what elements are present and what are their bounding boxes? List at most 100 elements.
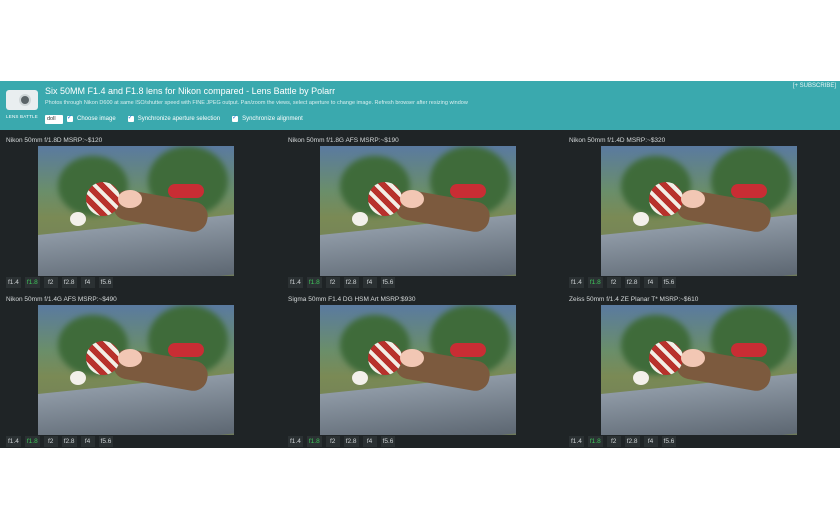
lens-panel-title: Nikon 50mm f/1.4G AFS MSRP:~$490 [6,296,117,303]
aperture-button[interactable]: f1.4 [569,277,584,288]
aperture-button[interactable]: f5.6 [98,436,114,447]
aperture-button[interactable]: f4 [80,277,95,288]
aperture-button[interactable]: f4 [643,277,658,288]
lens-panel: Nikon 50mm f/1.8D MSRP:~$120 f1.4 f1.8 f2 f2… [0,132,275,288]
lens-panel: Sigma 50mm F1.4 DG HSM Art MSRP:$930 f1.4… [282,291,557,447]
doll-face [400,190,424,208]
aperture-button[interactable]: f1.8 [24,277,40,288]
aperture-button[interactable]: f4 [80,436,95,447]
doll-face [118,190,142,208]
aperture-button[interactable]: f1.4 [569,436,584,447]
aperture-button[interactable]: f2.8 [343,436,359,447]
doll-face [118,349,142,367]
aperture-button[interactable]: f2.8 [61,277,77,288]
aperture-button[interactable]: f1.8 [587,436,603,447]
doll-sock [731,343,767,357]
lens-panel-title: Zeiss 50mm f/1.4 ZE Planar T* MSRP:~$610 [569,296,699,303]
doll-pompom [352,212,368,226]
choose-image-checkbox[interactable] [67,114,73,122]
choose-image-label: Choose image [77,116,116,122]
subscribe-link[interactable]: [+ SUBSCRIBE] [793,83,836,89]
sample-photo[interactable] [38,305,234,435]
doll-hat [649,182,683,216]
aperture-button[interactable]: f2 [43,436,58,447]
sync-alignment-checkbox[interactable] [232,114,239,122]
aperture-button[interactable]: f4 [362,277,377,288]
aperture-button[interactable]: f2.8 [624,277,640,288]
lens-battle-logo: LENS BATTLE [4,86,40,124]
aperture-selector: f1.4 f1.8 f2 f2.8 f4 f5.6 [569,277,677,288]
lens-panel-title: Nikon 50mm f/1.8G AFS MSRP:~$190 [288,137,399,144]
header-bar: LENS BATTLE Six 50MM F1.4 and F1.8 lens … [0,81,840,130]
lens-icon [19,94,31,106]
aperture-button[interactable]: f2 [606,436,621,447]
sync-aperture-label: Synchronize aperture selection [137,116,221,122]
doll-sock [731,184,767,198]
aperture-selector: f1.4 f1.8 f2 f2.8 f4 f5.6 [288,277,396,288]
aperture-button[interactable]: f2.8 [624,436,640,447]
aperture-button[interactable]: f1.4 [288,277,303,288]
aperture-button[interactable]: f1.4 [6,436,21,447]
doll-sock [450,184,486,198]
aperture-button[interactable]: f1.4 [288,436,303,447]
sock-monkey-doll [631,174,781,235]
aperture-button[interactable]: f2.8 [61,436,77,447]
doll-pompom [633,371,649,385]
aperture-button[interactable]: f5.6 [661,277,677,288]
doll-pompom [352,371,368,385]
doll-face [400,349,424,367]
doll-hat [86,182,120,216]
doll-sock [168,184,204,198]
aperture-button[interactable]: f2 [325,436,340,447]
sample-photo[interactable] [320,305,516,435]
aperture-button[interactable]: f2 [606,277,621,288]
aperture-button[interactable]: f5.6 [661,436,677,447]
doll-face [681,190,705,208]
doll-pompom [70,212,86,226]
doll-face [681,349,705,367]
controls-row: doll Choose image Synchronize aperture s… [45,113,311,125]
aperture-button[interactable]: f2 [325,277,340,288]
doll-pompom [633,212,649,226]
logo-text: LENS BATTLE [6,114,38,119]
lens-panel: Nikon 50mm f/1.4G AFS MSRP:~$490 f1.4 f1.8… [0,291,275,447]
sample-photo[interactable] [601,146,797,276]
aperture-button[interactable]: f2 [43,277,58,288]
lens-panel: Zeiss 50mm f/1.4 ZE Planar T* MSRP:~$610… [563,291,838,447]
aperture-button[interactable]: f5.6 [98,277,114,288]
sock-monkey-doll [68,333,218,394]
page-title: Six 50MM F1.4 and F1.8 lens for Nikon co… [45,86,336,96]
aperture-button[interactable]: f2.8 [343,277,359,288]
lens-panel-title: Nikon 50mm f/1.4D MSRP:~$320 [569,137,666,144]
aperture-button[interactable]: f5.6 [380,277,396,288]
aperture-button[interactable]: f1.8 [306,277,322,288]
sample-photo[interactable] [601,305,797,435]
aperture-button[interactable]: f1.8 [587,277,603,288]
lens-panel: Nikon 50mm f/1.8G AFS MSRP:~$190 f1.4 f1.8… [282,132,557,288]
lens-battle-app: LENS BATTLE Six 50MM F1.4 and F1.8 lens … [0,81,840,448]
sock-monkey-doll [350,333,500,394]
sample-photo[interactable] [320,146,516,276]
aperture-button[interactable]: f4 [643,436,658,447]
sample-photo[interactable] [38,146,234,276]
lens-panel-title: Sigma 50mm F1.4 DG HSM Art MSRP:$930 [288,296,416,303]
lens-panel: Nikon 50mm f/1.4D MSRP:~$320 f1.4 f1.8 f2 f2… [563,132,838,288]
doll-hat [86,341,120,375]
doll-sock [450,343,486,357]
sock-monkey-doll [350,174,500,235]
image-select[interactable]: doll [45,114,63,124]
aperture-button[interactable]: f1.4 [6,277,21,288]
aperture-selector: f1.4 f1.8 f2 f2.8 f4 f5.6 [6,277,114,288]
aperture-button[interactable]: f4 [362,436,377,447]
sock-monkey-doll [631,333,781,394]
aperture-selector: f1.4 f1.8 f2 f2.8 f4 f5.6 [288,436,396,447]
aperture-button[interactable]: f1.8 [24,436,40,447]
sock-monkey-doll [68,174,218,235]
aperture-button[interactable]: f1.8 [306,436,322,447]
doll-hat [368,341,402,375]
sync-aperture-checkbox[interactable] [127,114,134,122]
aperture-button[interactable]: f5.6 [380,436,396,447]
sync-alignment-label: Synchronize alignment [242,116,303,122]
aperture-selector: f1.4 f1.8 f2 f2.8 f4 f5.6 [6,436,114,447]
doll-hat [649,341,683,375]
